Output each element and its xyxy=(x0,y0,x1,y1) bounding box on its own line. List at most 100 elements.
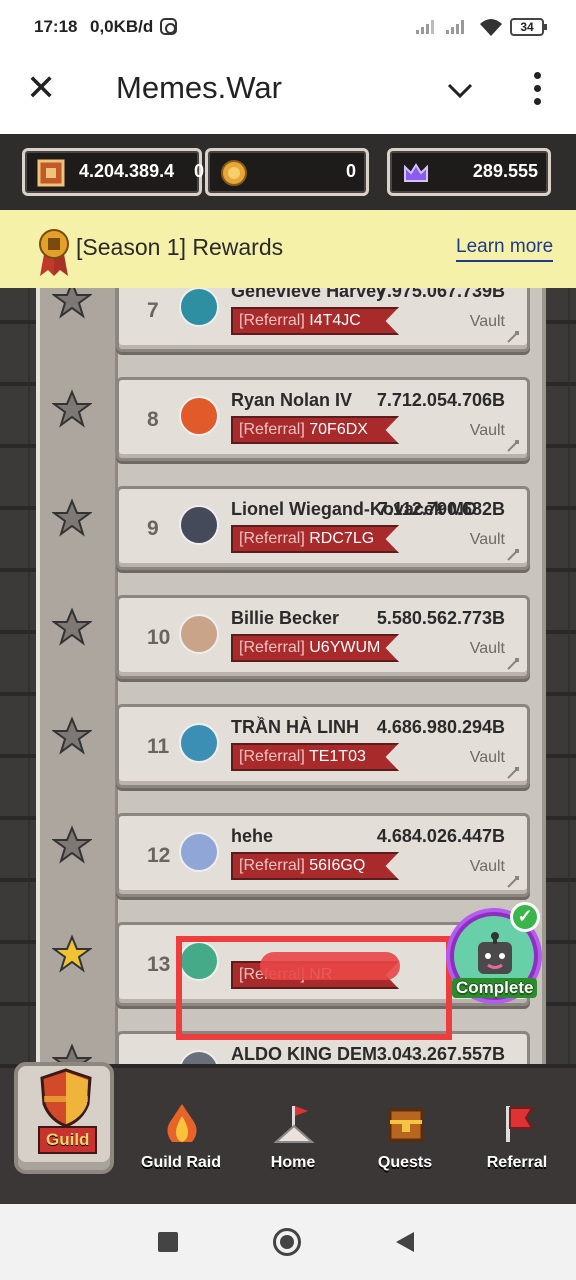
referral-tag: [Referral] xyxy=(239,312,305,329)
vault-label: Vault xyxy=(469,313,505,330)
row-username: hehe xyxy=(231,826,274,846)
nav-guild[interactable]: Guild xyxy=(14,1062,114,1174)
vault-link-icon[interactable] xyxy=(507,331,519,343)
recents-icon[interactable] xyxy=(158,1232,178,1252)
row-rank: 8 xyxy=(147,408,159,431)
referral-code: TE1T03 xyxy=(308,748,366,765)
row-card: 12 hehe 4.684.026.447B [Referral] 56I6GQ Vau… xyxy=(116,813,530,897)
row-card: 8 Ryan Nolan IV 7.712.054.706B [Referral] 7… xyxy=(116,377,530,461)
home-flag-icon xyxy=(273,1106,315,1143)
vault-link-icon[interactable] xyxy=(507,440,519,452)
medal-icon xyxy=(39,229,69,276)
avatar xyxy=(179,723,219,763)
vault-link-icon[interactable] xyxy=(507,549,519,561)
crown-balance: 289.555 xyxy=(387,148,551,196)
referral-tag: [Referral] xyxy=(239,421,305,438)
leaderboard-row[interactable]: 7 Genevieve Harvey 7.975.067.739B [Referral… xyxy=(52,288,530,362)
referral-ribbon[interactable]: [Referral] U6YWUM xyxy=(231,634,399,662)
crown-icon xyxy=(404,163,428,182)
referral-ribbon[interactable]: [Referral] TE1T03 xyxy=(231,743,399,771)
referral-ribbon[interactable]: [Referral] 70F6DX xyxy=(231,416,399,444)
home-icon[interactable] xyxy=(273,1228,301,1256)
more-options-icon[interactable] xyxy=(530,72,546,106)
vault-link-icon[interactable] xyxy=(507,876,519,888)
instagram-icon xyxy=(160,18,177,35)
row-rank: 10 xyxy=(147,626,171,649)
season-banner: [Season 1] Rewards Learn more xyxy=(0,210,576,288)
row-card: 9 Lionel Wiegand-Kovacek MD 7.112.790.682B… xyxy=(116,486,530,570)
referral-ribbon[interactable]: [Referral] I4T4JC xyxy=(231,307,399,335)
robot-icon xyxy=(478,932,512,974)
avatar xyxy=(179,396,219,436)
star-icon xyxy=(52,825,92,864)
vault-label: Vault xyxy=(469,422,505,439)
leaderboard-area[interactable]: 7 Genevieve Harvey 7.975.067.739B [Referral… xyxy=(0,288,576,1064)
nav-guild-raid-label: Guild Raid xyxy=(141,1154,221,1171)
vault-link-icon[interactable] xyxy=(507,658,519,670)
memes-token-icon xyxy=(37,159,65,187)
redaction-scribble xyxy=(260,952,400,980)
leaderboard-row[interactable]: 8 Ryan Nolan IV 7.712.054.706B [Referral] 7… xyxy=(52,377,530,471)
memes-balance-value: 4.204.389.4 xyxy=(79,161,175,181)
avatar xyxy=(179,505,219,545)
nav-guild-raid[interactable]: Guild Raid xyxy=(136,1098,226,1188)
coin-balance-value: 0 xyxy=(345,161,356,181)
row-value: 7.975.067.739B xyxy=(376,288,505,301)
complete-badge[interactable]: Complete ✓ xyxy=(446,902,546,1018)
vault-link-icon[interactable] xyxy=(507,767,519,779)
star-icon xyxy=(52,288,92,319)
referral-flag-icon xyxy=(506,1106,534,1142)
memes-balance-suffix: 0 xyxy=(194,161,205,181)
close-icon[interactable]: ✕ xyxy=(26,70,56,106)
signal-icon xyxy=(446,20,468,34)
referral-ribbon[interactable]: [Referral] 56I6GQ xyxy=(231,852,399,880)
wifi-icon xyxy=(478,16,504,44)
page-title: Memes.War xyxy=(116,70,282,105)
treasure-chest-icon xyxy=(388,1108,424,1142)
nav-guild-label: Guild xyxy=(38,1126,98,1154)
star-icon xyxy=(52,607,92,646)
referral-ribbon[interactable]: [Referral] RDC7LG xyxy=(231,525,399,553)
nav-quests[interactable]: Quests xyxy=(360,1098,450,1188)
shield-icon xyxy=(40,1068,92,1128)
row-value: 3.043.267.557B xyxy=(376,1044,505,1064)
learn-more-link[interactable]: Learn more xyxy=(456,236,554,262)
back-icon[interactable] xyxy=(396,1232,414,1252)
nav-quests-label: Quests xyxy=(377,1154,433,1171)
star-icon xyxy=(52,716,92,755)
avatar xyxy=(179,832,219,872)
referral-tag: [Referral] xyxy=(239,857,305,874)
coin-balance: 0 0 xyxy=(194,148,369,196)
battery-icon: 34 xyxy=(510,18,547,36)
vault-label: Vault xyxy=(469,640,505,657)
row-rank: 13 xyxy=(147,953,171,976)
star-icon xyxy=(52,389,92,428)
avatar xyxy=(179,288,219,327)
row-rank: 7 xyxy=(147,299,159,322)
row-card: 10 Billie Becker 5.580.562.773B [Referral] … xyxy=(116,595,530,679)
check-icon: ✓ xyxy=(510,902,540,932)
referral-code: 56I6GQ xyxy=(309,857,366,874)
vault-label: Vault xyxy=(469,531,505,548)
app-bar: ✕ Memes.War xyxy=(0,56,576,134)
referral-tag: [Referral] xyxy=(239,530,305,547)
nav-referral[interactable]: Referral xyxy=(472,1098,562,1188)
nav-home[interactable]: Home xyxy=(248,1098,338,1188)
crown-balance-value: 289.555 xyxy=(472,161,538,181)
system-nav-bar xyxy=(0,1204,576,1280)
leaderboard-row[interactable]: 12 hehe 4.684.026.447B [Referral] 56I6GQ Vau… xyxy=(52,813,530,907)
coin-icon xyxy=(221,160,247,186)
leaderboard-row[interactable]: 11 TRẦN HÀ LINH 4.686.980.294B [Referral] T… xyxy=(52,704,530,798)
status-time: 17:18 xyxy=(34,17,78,36)
chevron-down-icon[interactable] xyxy=(446,76,474,104)
row-value: 4.686.980.294B xyxy=(376,717,505,737)
row-rank: 11 xyxy=(147,735,170,758)
status-bar: 17:18 0,0KB/d 34 xyxy=(0,0,576,56)
leaderboard-row[interactable]: 10 Billie Becker 5.580.562.773B [Referral] … xyxy=(52,595,530,689)
leaderboard-row[interactable]: 9 Lionel Wiegand-Kovacek MD 7.112.790.682B… xyxy=(52,486,530,580)
avatar xyxy=(179,1050,219,1064)
row-card: 7 Genevieve Harvey 7.975.067.739B [Referral… xyxy=(116,288,530,352)
referral-tag: [Referral] xyxy=(239,639,305,656)
referral-code: U6YWUM xyxy=(309,639,381,656)
star-icon xyxy=(52,1043,92,1064)
